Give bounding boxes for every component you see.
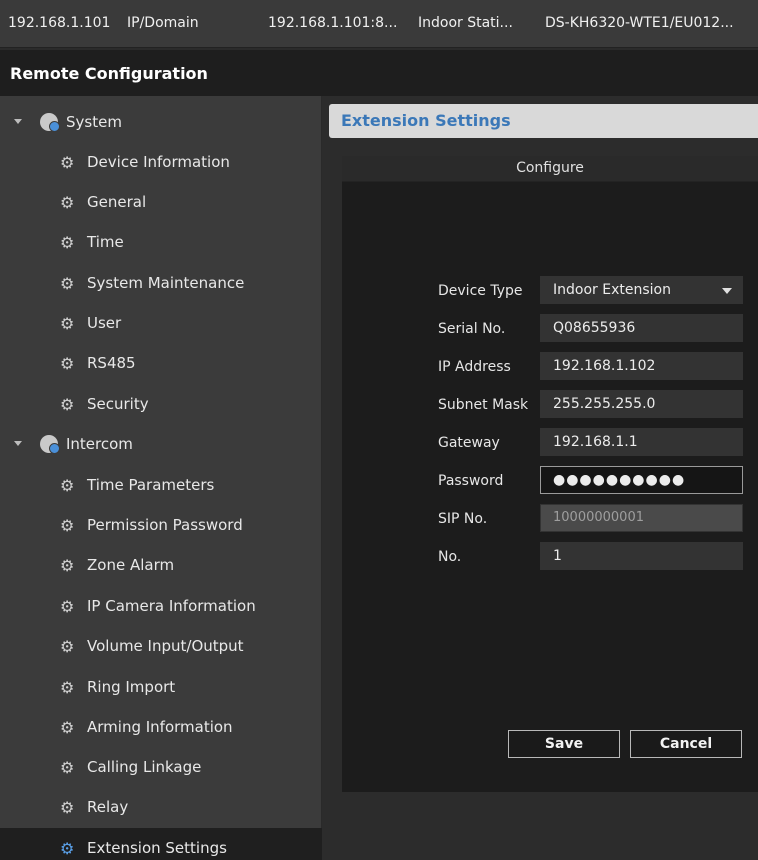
sidebar: System ⚙ Device Information ⚙ General ⚙ …	[0, 96, 322, 860]
page-title-bar: Extension Settings	[329, 104, 758, 138]
gear-icon: ⚙	[60, 597, 75, 616]
password-field[interactable]: ●●●●●●●●●●	[540, 466, 743, 494]
gear-icon: ⚙	[60, 193, 75, 212]
subnet-mask-label: Subnet Mask	[438, 397, 529, 413]
gear-icon: ⚙	[60, 354, 75, 373]
sidebar-item-label: User	[87, 314, 122, 332]
window-title-bar: Remote Configuration	[0, 50, 758, 96]
gear-icon: ⚙	[60, 395, 75, 414]
sidebar-item-time[interactable]: ⚙ Time	[0, 222, 322, 262]
configure-dialog: Configure Device Type Indoor Extension S…	[342, 156, 758, 792]
sidebar-group-label: System	[66, 113, 122, 131]
sidebar-item-time-parameters[interactable]: ⚙ Time Parameters	[0, 465, 322, 505]
device-kind: Indoor Stati...	[418, 15, 513, 31]
sidebar-item-label: IP Camera Information	[87, 597, 256, 615]
save-button[interactable]: Save	[508, 730, 620, 758]
gear-icon: ⚙	[60, 516, 75, 535]
gear-icon: ⚙	[60, 274, 75, 293]
sidebar-item-label: Time Parameters	[87, 476, 215, 494]
gear-icon: ⚙	[60, 476, 75, 495]
sidebar-item-label: Calling Linkage	[87, 758, 202, 776]
sip-no-field: 10000000001	[540, 504, 743, 532]
sidebar-item-volume-input-output[interactable]: ⚙ Volume Input/Output	[0, 626, 322, 666]
sidebar-item-arming-information[interactable]: ⚙ Arming Information	[0, 707, 322, 747]
gateway-field[interactable]: 192.168.1.1	[540, 428, 743, 456]
sidebar-item-label: System Maintenance	[87, 274, 245, 292]
password-label: Password	[438, 473, 504, 489]
sidebar-item-label: Time	[87, 233, 124, 251]
device-type-select[interactable]: Indoor Extension	[540, 276, 743, 304]
gear-icon: ⚙	[60, 153, 75, 172]
dialog-header: Configure	[342, 156, 758, 182]
sidebar-group-system[interactable]: System	[0, 102, 322, 142]
sidebar-item-general[interactable]: ⚙ General	[0, 182, 322, 222]
gear-icon: ⚙	[60, 637, 75, 656]
sidebar-item-label: Arming Information	[87, 718, 233, 736]
sidebar-group-intercom[interactable]: Intercom	[0, 424, 322, 464]
ip-address-field[interactable]: 192.168.1.102	[540, 352, 743, 380]
sidebar-item-extension-settings[interactable]: ⚙ Extension Settings	[0, 828, 322, 860]
sidebar-item-ring-import[interactable]: ⚙ Ring Import	[0, 667, 322, 707]
sidebar-item-permission-password[interactable]: ⚙ Permission Password	[0, 505, 322, 545]
gear-icon: ⚙	[60, 798, 75, 817]
sidebar-item-user[interactable]: ⚙ User	[0, 303, 322, 343]
sidebar-item-label: RS485	[87, 354, 136, 372]
sidebar-item-label: Security	[87, 395, 149, 413]
sidebar-item-label: Volume Input/Output	[87, 637, 244, 655]
device-list-row[interactable]: 192.168.1.101 IP/Domain 192.168.1.101:8.…	[0, 0, 758, 48]
sidebar-item-label: Permission Password	[87, 516, 243, 534]
sidebar-item-label: Zone Alarm	[87, 556, 175, 574]
sidebar-item-calling-linkage[interactable]: ⚙ Calling Linkage	[0, 747, 322, 787]
sidebar-item-label: Relay	[87, 798, 129, 816]
device-port-address: 192.168.1.101:8...	[268, 15, 398, 31]
settings-cog-icon	[40, 113, 60, 132]
serial-no-field[interactable]: Q08655936	[540, 314, 743, 342]
ip-address-label: IP Address	[438, 359, 511, 375]
sidebar-item-rs485[interactable]: ⚙ RS485	[0, 343, 322, 383]
no-label: No.	[438, 549, 462, 565]
subnet-mask-field[interactable]: 255.255.255.0	[540, 390, 743, 418]
window-title: Remote Configuration	[10, 64, 208, 83]
sidebar-item-security[interactable]: ⚙ Security	[0, 384, 322, 424]
device-type-label: Device Type	[438, 283, 523, 299]
gear-icon: ⚙	[60, 314, 75, 333]
sidebar-item-label: Device Information	[87, 153, 230, 171]
sidebar-item-label: Extension Settings	[87, 839, 227, 857]
device-address-type: IP/Domain	[127, 15, 199, 31]
gateway-label: Gateway	[438, 435, 500, 451]
gear-icon: ⚙	[60, 678, 75, 697]
dialog-title: Configure	[516, 160, 584, 176]
sidebar-item-label: General	[87, 193, 147, 211]
sip-no-label: SIP No.	[438, 511, 488, 527]
no-field[interactable]: 1	[540, 542, 743, 570]
page-title: Extension Settings	[341, 111, 511, 130]
settings-cog-icon	[40, 435, 60, 454]
sidebar-item-zone-alarm[interactable]: ⚙ Zone Alarm	[0, 545, 322, 585]
sidebar-item-relay[interactable]: ⚙ Relay	[0, 787, 322, 827]
gear-icon: ⚙	[60, 233, 75, 252]
gear-icon: ⚙	[60, 839, 75, 858]
sidebar-item-device-information[interactable]: ⚙ Device Information	[0, 142, 322, 182]
sidebar-item-system-maintenance[interactable]: ⚙ System Maintenance	[0, 263, 322, 303]
content-area: Extension Settings Configure Device Type…	[322, 96, 758, 860]
gear-icon: ⚙	[60, 718, 75, 737]
sidebar-item-ip-camera-information[interactable]: ⚙ IP Camera Information	[0, 586, 322, 626]
caret-down-icon[interactable]	[14, 441, 22, 446]
caret-down-icon[interactable]	[14, 119, 22, 124]
gear-icon: ⚙	[60, 758, 75, 777]
cancel-button[interactable]: Cancel	[630, 730, 742, 758]
device-ip: 192.168.1.101	[8, 15, 111, 31]
sidebar-item-label: Ring Import	[87, 678, 176, 696]
device-model: DS-KH6320-WTE1/EU012...	[545, 15, 734, 31]
sidebar-group-label: Intercom	[66, 435, 133, 453]
serial-no-label: Serial No.	[438, 321, 506, 337]
gear-icon: ⚙	[60, 556, 75, 575]
